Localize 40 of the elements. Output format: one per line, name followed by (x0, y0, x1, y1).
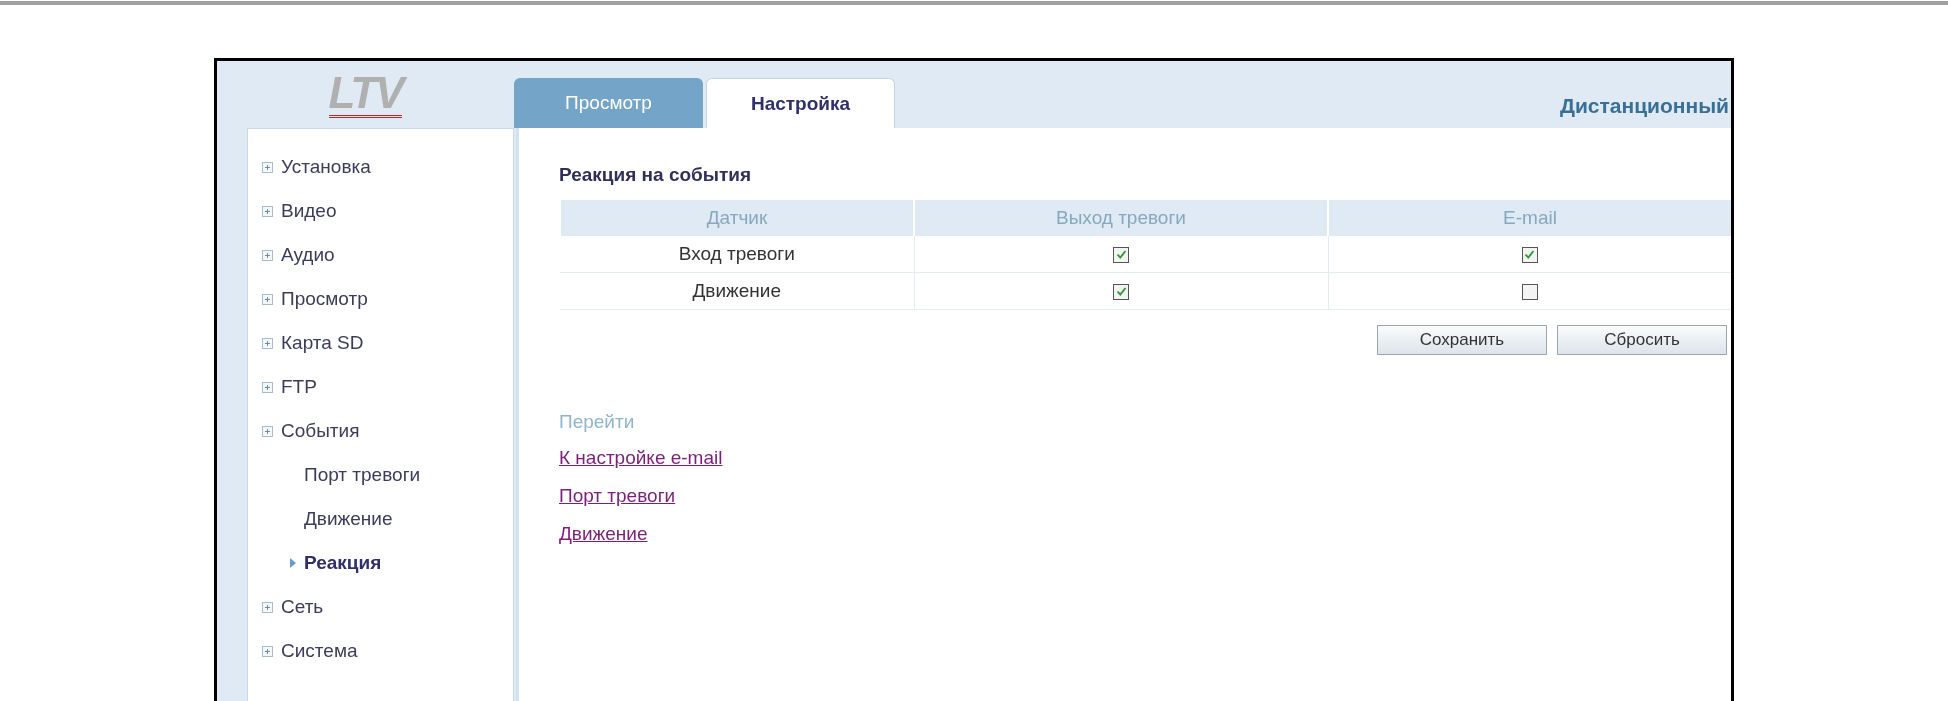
header-title: Дистанционный (1559, 94, 1729, 118)
plus-box-icon (262, 205, 273, 217)
column-header: Выход тревоги (914, 200, 1328, 236)
sidebar-item[interactable]: Просмотр (248, 277, 513, 321)
column-header: E-mail (1328, 200, 1731, 236)
plus-box-icon (262, 645, 273, 657)
link[interactable]: Движение (559, 523, 648, 544)
column-header: Датчик (560, 200, 914, 236)
link[interactable]: Порт тревоги (559, 485, 676, 506)
sidebar-subitem[interactable]: Реакция (248, 541, 513, 585)
sidebar-item[interactable]: Карта SD (248, 321, 513, 365)
plus-box-icon (262, 293, 273, 305)
table-cell: Движение (692, 280, 781, 301)
triangle-icon (290, 558, 296, 568)
sidebar-item[interactable]: Аудио (248, 233, 513, 277)
goto-label: Перейти (559, 411, 636, 433)
table-cell: Вход тревоги (678, 243, 795, 264)
link[interactable]: К настройке e-mail (559, 447, 723, 468)
sidebar-item[interactable]: Система (248, 629, 513, 673)
tab[interactable]: Настройка (706, 78, 895, 128)
checkbox[interactable] (1521, 247, 1538, 263)
checkbox[interactable] (1113, 284, 1129, 300)
plus-box-icon (262, 601, 273, 613)
sidebar-item[interactable]: Установка (248, 145, 513, 189)
sidebar-item[interactable]: События (248, 409, 513, 453)
plus-box-icon (262, 337, 273, 349)
plus-box-icon (262, 249, 273, 261)
checkbox[interactable] (1521, 284, 1538, 300)
checkbox[interactable] (1113, 247, 1129, 263)
plus-box-icon (262, 425, 273, 437)
form-button[interactable]: Сохранить (1377, 325, 1547, 355)
section-title: Реакция на события (559, 164, 753, 186)
sidebar-subitem[interactable]: Движение (248, 497, 513, 541)
form-button[interactable]: Сбросить (1557, 325, 1727, 355)
sidebar-item[interactable]: Видео (248, 189, 513, 233)
plus-box-icon (262, 161, 273, 173)
sidebar-item[interactable]: Сеть (248, 585, 513, 629)
sidebar-subitem[interactable]: Порт тревоги (248, 453, 513, 497)
sidebar-item[interactable]: FTP (248, 365, 513, 409)
plus-box-icon (262, 381, 273, 393)
